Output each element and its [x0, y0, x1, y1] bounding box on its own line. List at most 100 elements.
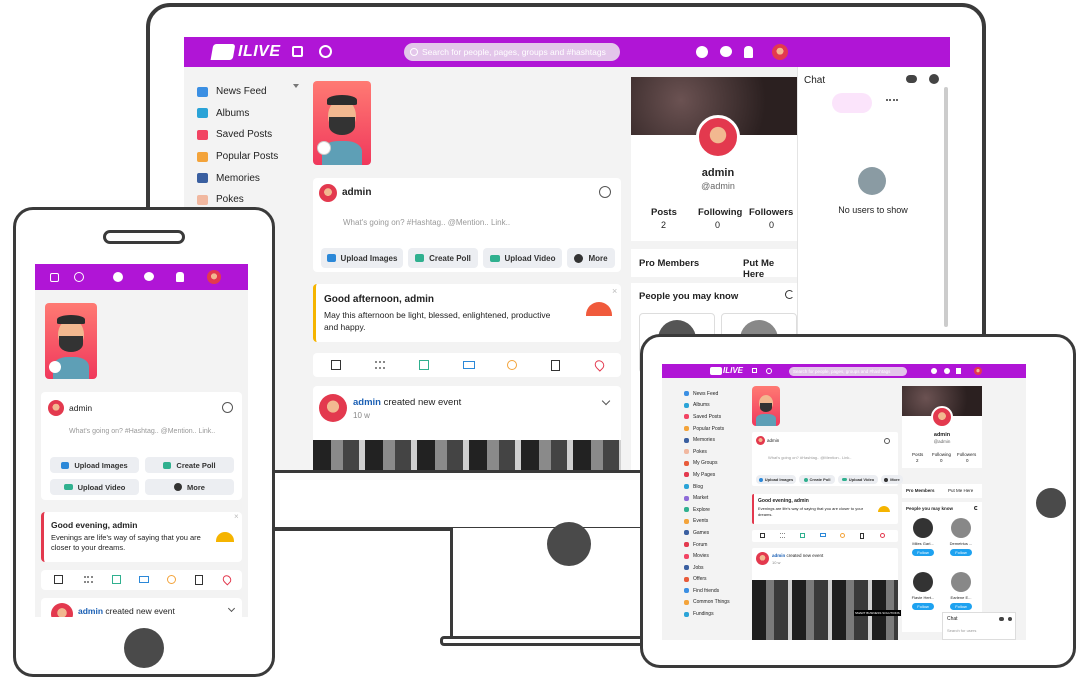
phone-home-button[interactable]	[124, 628, 164, 668]
photos-tab-icon[interactable]	[800, 533, 805, 538]
sidebar-item[interactable]: Popular Posts	[684, 423, 744, 435]
sidebar-item[interactable]: Popular Posts	[197, 146, 307, 168]
upload-video-button[interactable]: Upload Video	[838, 475, 878, 484]
suggestion-name[interactable]: Miles Garl...	[906, 541, 940, 546]
videos-tab-icon[interactable]	[820, 533, 826, 537]
create-poll-button[interactable]: Create Poll	[408, 248, 478, 268]
follow-button[interactable]: Follow	[950, 603, 972, 610]
plus-circle-icon[interactable]	[74, 272, 84, 282]
suggestion-card[interactable]: Flavie Hert... Follow	[906, 572, 940, 620]
bell-icon[interactable]	[956, 368, 961, 374]
chat-tab-groups[interactable]	[886, 99, 898, 107]
following-label[interactable]: Following	[698, 207, 742, 218]
smiley-icon[interactable]	[931, 368, 937, 374]
chat-settings-icon[interactable]	[929, 74, 939, 84]
user-avatar-icon[interactable]	[207, 270, 221, 284]
upload-images-button[interactable]: Upload Images	[756, 475, 796, 484]
sidebar-item[interactable]: Games	[684, 527, 744, 539]
user-avatar-icon[interactable]	[974, 367, 982, 375]
post-menu-chevron-icon[interactable]	[601, 396, 611, 406]
bell-icon[interactable]	[176, 272, 184, 282]
files-tab-icon[interactable]	[195, 575, 203, 585]
composer-input[interactable]: What's going on? #Hashtag.. @Mention.. L…	[768, 455, 852, 460]
monitor-power-button[interactable]	[547, 522, 591, 566]
more-button[interactable]: More	[881, 475, 903, 484]
create-poll-button[interactable]: Create Poll	[799, 475, 835, 484]
plus-circle-icon[interactable]	[319, 45, 332, 58]
more-button[interactable]: More	[567, 248, 615, 268]
emoji-icon[interactable]	[884, 438, 890, 444]
home-icon[interactable]	[50, 273, 59, 282]
smiley-icon[interactable]	[113, 272, 123, 282]
composer-input[interactable]: What's going on? #Hashtag.. @Mention.. L…	[69, 428, 215, 435]
all-posts-tab-icon[interactable]	[760, 533, 765, 538]
follow-button[interactable]: Follow	[912, 549, 934, 556]
messages-icon[interactable]	[144, 272, 154, 281]
music-tab-icon[interactable]	[840, 533, 845, 538]
post-user[interactable]: admin	[772, 553, 785, 558]
create-poll-button[interactable]: Create Poll	[145, 457, 234, 473]
sidebar-item[interactable]: My Pages	[684, 469, 744, 481]
suggestion-card[interactable]: Miles Garl... Follow	[906, 518, 940, 566]
upload-images-button[interactable]: Upload Images	[50, 457, 139, 473]
sidebar-item[interactable]: Memories	[684, 434, 744, 446]
profile-avatar-large[interactable]	[313, 81, 371, 165]
places-tab-icon[interactable]	[592, 358, 607, 372]
photos-tab-icon[interactable]	[112, 575, 121, 584]
sidebar-caret-icon[interactable]	[293, 84, 299, 88]
emoji-icon[interactable]	[599, 186, 611, 198]
suggestion-name[interactable]: Demetrius ...	[944, 541, 978, 546]
close-greeting-icon[interactable]: ×	[612, 286, 617, 296]
suggestion-card[interactable]: Demetrius ... Follow	[944, 518, 978, 566]
videos-tab-icon[interactable]	[463, 361, 475, 369]
sidebar-item[interactable]: Forum	[684, 539, 744, 551]
sidebar-item[interactable]: Pokes	[684, 446, 744, 458]
put-me-here-link[interactable]: Put Me Here	[743, 258, 797, 280]
tablet-search-input[interactable]: Search for people, pages, groups and #ha…	[789, 367, 907, 376]
music-tab-icon[interactable]	[167, 575, 176, 584]
followers-label[interactable]: Followers	[957, 452, 976, 457]
chat-tab-friends[interactable]	[832, 93, 872, 113]
followers-label[interactable]: Followers	[749, 207, 793, 218]
sidebar-item[interactable]: Jobs	[684, 562, 744, 574]
files-tab-icon[interactable]	[551, 360, 560, 371]
post-user[interactable]: admin	[353, 397, 381, 408]
tablet-chat-bar[interactable]: Chat Search for users	[942, 612, 1016, 640]
home-icon[interactable]	[752, 368, 757, 373]
sidebar-item[interactable]: Albums	[197, 103, 307, 125]
add-friends-icon[interactable]	[906, 75, 917, 83]
follow-button[interactable]: Follow	[950, 549, 972, 556]
composer-input[interactable]: What's going on? #Hashtag.. @Mention.. L…	[343, 218, 510, 227]
text-tab-icon[interactable]	[375, 361, 385, 369]
photos-tab-icon[interactable]	[419, 360, 429, 370]
home-icon[interactable]	[292, 46, 303, 57]
music-tab-icon[interactable]	[507, 360, 517, 370]
chat-search-input[interactable]: Search for users	[947, 628, 976, 633]
sidebar-item[interactable]: Fundings	[684, 608, 744, 620]
add-photo-icon[interactable]	[317, 141, 331, 155]
sidebar-item[interactable]: Movies	[684, 550, 744, 562]
chat-settings-icon[interactable]	[1008, 617, 1012, 621]
profile-name[interactable]: admin	[631, 167, 805, 179]
sidebar-item[interactable]: Albums	[684, 400, 744, 412]
refresh-icon[interactable]	[974, 506, 978, 510]
post-menu-chevron-icon[interactable]	[227, 604, 236, 613]
all-posts-tab-icon[interactable]	[54, 575, 63, 584]
user-avatar-icon[interactable]	[772, 44, 788, 60]
videos-tab-icon[interactable]	[139, 576, 149, 583]
messages-icon[interactable]	[720, 46, 732, 57]
messages-icon[interactable]	[944, 368, 950, 374]
upload-video-button[interactable]: Upload Video	[483, 248, 562, 268]
sidebar-item[interactable]: Offers	[684, 574, 744, 586]
sidebar-item[interactable]: News Feed	[197, 81, 307, 103]
tablet-home-button[interactable]	[1036, 488, 1066, 518]
suggestion-name[interactable]: Flavie Hert...	[906, 595, 940, 600]
logo-speech-icon[interactable]	[710, 367, 722, 375]
files-tab-icon[interactable]	[860, 533, 864, 539]
sidebar-item[interactable]: My Groups	[684, 458, 744, 470]
desktop-search-input[interactable]: Search for people, pages, groups and #ha…	[404, 43, 620, 61]
text-tab-icon[interactable]	[84, 576, 93, 583]
add-friends-icon[interactable]	[999, 617, 1004, 621]
profile-avatar-large[interactable]	[752, 386, 780, 426]
post-user[interactable]: admin	[78, 606, 103, 616]
